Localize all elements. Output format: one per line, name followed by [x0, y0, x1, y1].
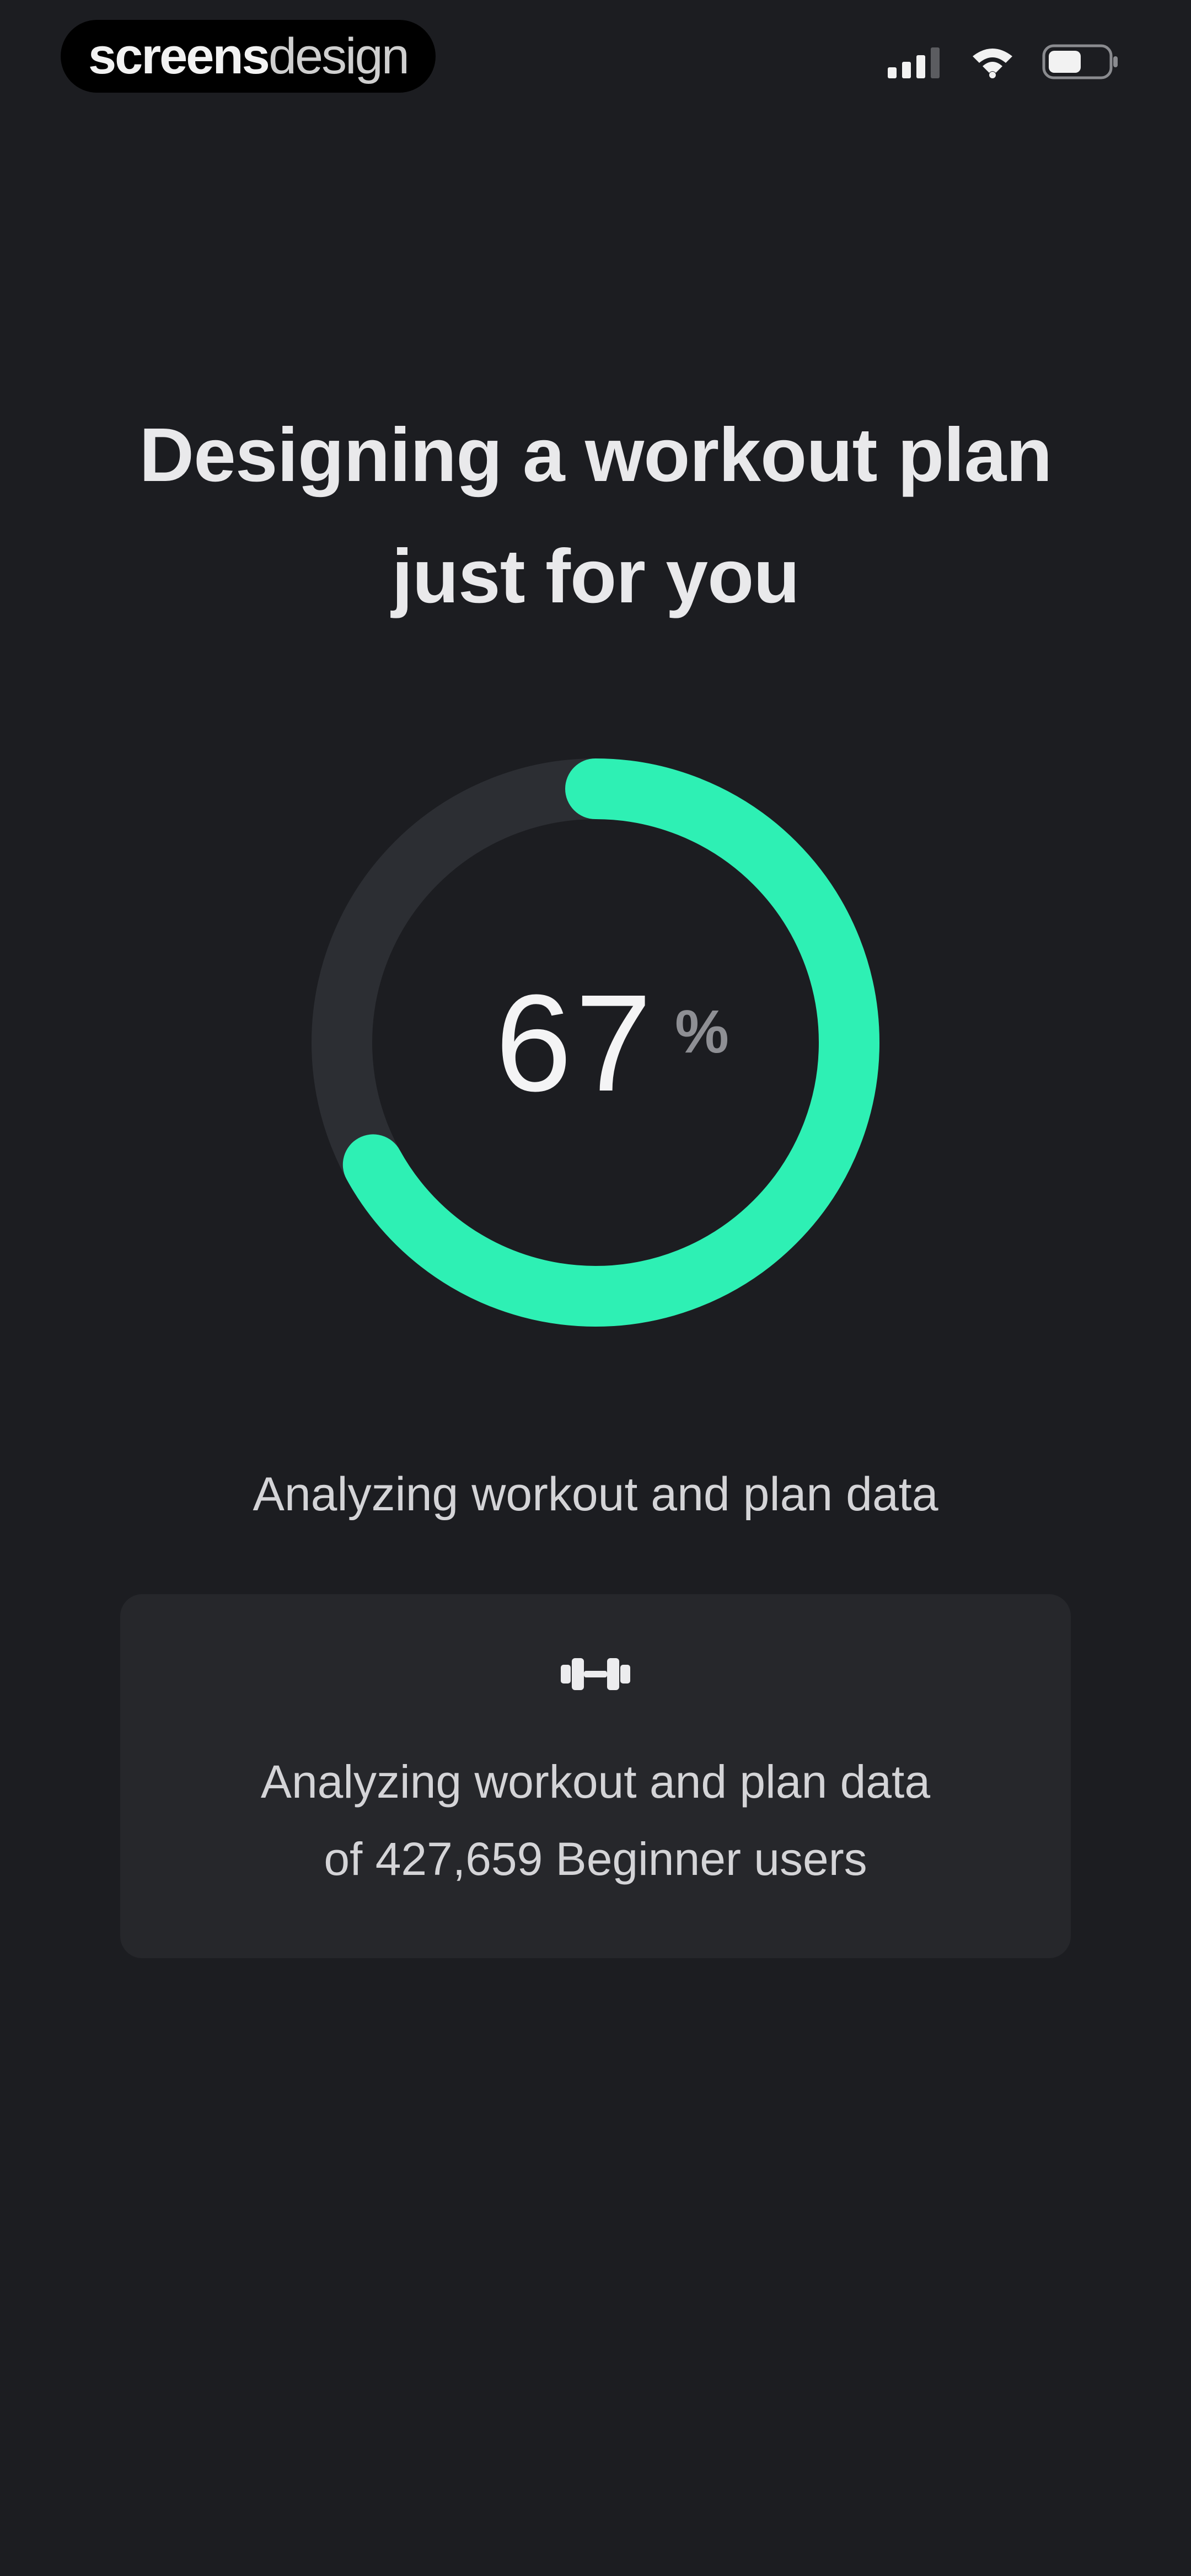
brand-logo-strong: screens	[88, 28, 270, 84]
dumbbell-icon	[560, 1655, 631, 1696]
status-bar: screens design	[0, 0, 1191, 110]
page-title-line1: Designing a workout plan	[139, 413, 1052, 498]
info-card-line2: of 427,659 Beginner users	[324, 1833, 867, 1885]
progress-unit: %	[675, 997, 729, 1066]
progress-readout: 67 %	[309, 756, 882, 1329]
page-title-line2: just for you	[391, 534, 800, 619]
status-icons	[888, 44, 1119, 79]
cellular-signal-icon	[888, 45, 943, 78]
battery-icon	[1042, 44, 1119, 79]
info-card-line1: Analyzing workout and plan data	[260, 1756, 931, 1808]
page-title: Designing a workout plan just for you	[66, 394, 1125, 637]
wifi-icon	[970, 45, 1015, 78]
progress-value: 67	[495, 965, 656, 1120]
brand-logo: screens design	[61, 20, 436, 93]
status-caption: Analyzing workout and plan data	[253, 1468, 938, 1521]
info-card-text: Analyzing workout and plan data of 427,6…	[120, 1743, 1071, 1898]
info-card: Analyzing workout and plan data of 427,6…	[120, 1594, 1071, 1958]
brand-logo-light: design	[268, 28, 410, 84]
progress-ring: 67 %	[309, 756, 882, 1329]
